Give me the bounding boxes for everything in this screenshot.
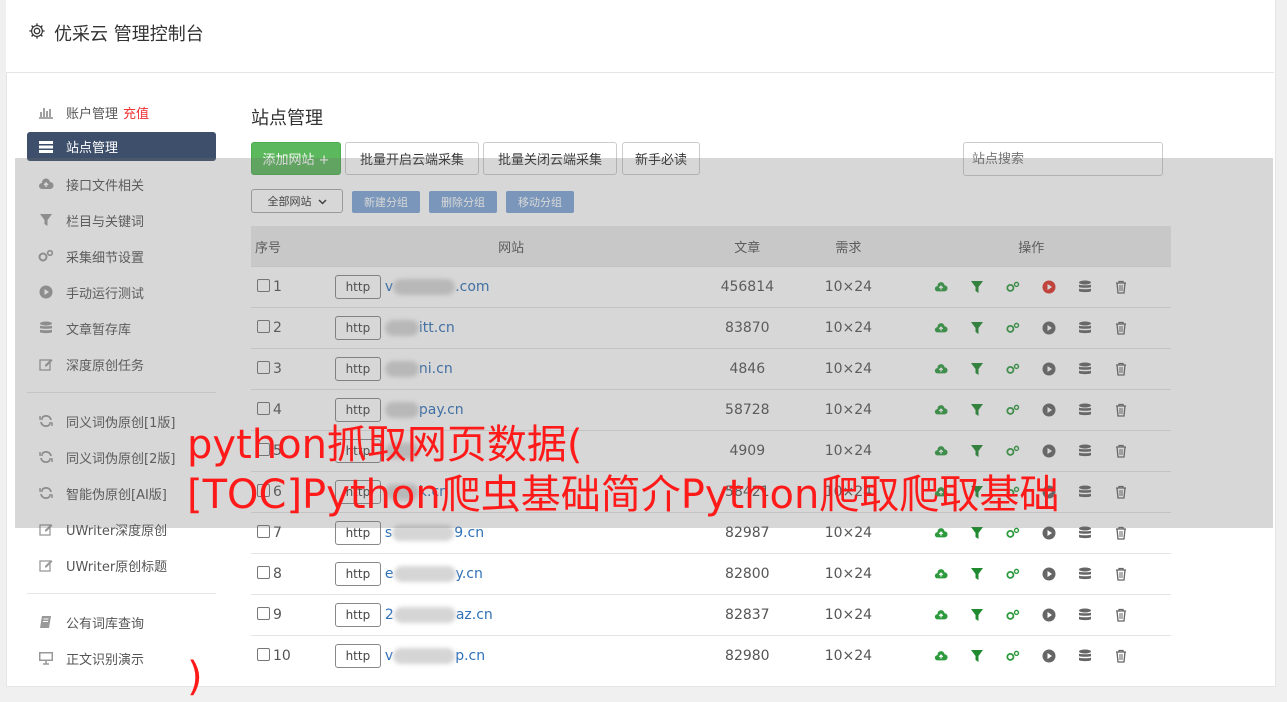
sidebar-item-label: 站点管理: [66, 141, 119, 156]
play-icon[interactable]: [1031, 648, 1067, 664]
book-icon: [37, 613, 55, 631]
cloud-upload-icon[interactable]: [923, 607, 959, 623]
top-bar: 优采云 管理控制台: [6, 0, 1274, 73]
row-checkbox[interactable]: [257, 566, 270, 579]
trash-icon[interactable]: [1103, 607, 1139, 623]
cloud-upload-icon[interactable]: [923, 566, 959, 582]
sidebar-item-label: 正文识别演示: [66, 652, 145, 668]
database-icon[interactable]: [1067, 566, 1103, 582]
caption-tail: ): [187, 654, 203, 700]
table-row: 8 http e y.cn 82800 10×24: [251, 553, 1171, 595]
site-link[interactable]: 2 az.cn: [385, 607, 493, 623]
site-domain: y.cn: [455, 566, 483, 582]
table-row: 9 http 2 az.cn 82837 10×24: [251, 594, 1171, 636]
site-cell: http e y.cn: [332, 553, 690, 595]
cloud-upload-icon[interactable]: [923, 648, 959, 664]
ops-cell: [891, 594, 1171, 636]
site-prefix: 2: [384, 607, 394, 623]
protocol-badge[interactable]: http: [334, 562, 381, 586]
demand-cell[interactable]: 10×24: [805, 635, 892, 676]
site-cell: http 2 az.cn: [332, 594, 690, 636]
redacted-mask: [393, 566, 456, 582]
demand-cell[interactable]: 10×24: [805, 594, 892, 636]
articles-cell[interactable]: 82800: [689, 553, 806, 595]
row-checkbox[interactable]: [257, 648, 270, 661]
sidebar-item-sites[interactable]: 站点管理: [27, 132, 216, 161]
sidebar-item-public-lexicon[interactable]: 公有词库查询: [27, 604, 216, 640]
protocol-badge[interactable]: http: [334, 644, 381, 668]
demand-cell[interactable]: 10×24: [805, 553, 892, 595]
edit-icon: [37, 556, 55, 574]
redacted-mask: [393, 648, 456, 664]
sidebar-divider: [27, 593, 216, 594]
sidebar-item-uwriter-title[interactable]: UWriter原创标题: [27, 547, 216, 583]
server-icon: [37, 138, 55, 156]
page-title: 站点管理: [251, 108, 323, 129]
row-seq: 10: [273, 648, 291, 664]
caption-line-1: python抓取网页数据(: [187, 422, 583, 468]
gears-icon[interactable]: [995, 607, 1031, 623]
monitor-icon: [37, 649, 55, 667]
ops-cell: [891, 635, 1171, 676]
articles-cell[interactable]: 82980: [689, 635, 806, 676]
site-domain: p.cn: [455, 648, 486, 664]
play-icon[interactable]: [1031, 607, 1067, 623]
sidebar-item-account[interactable]: 账户管理 充值: [27, 94, 216, 130]
play-icon[interactable]: [1031, 566, 1067, 582]
site-link[interactable]: v p.cn: [385, 648, 485, 664]
database-icon[interactable]: [1067, 607, 1103, 623]
site-prefix: v: [384, 648, 394, 664]
site-cell: http v p.cn: [332, 635, 690, 676]
sidebar-item-label: 账户管理: [66, 106, 119, 122]
filter-icon[interactable]: [959, 566, 995, 582]
overlay-caption: python抓取网页数据( [TOC]Python爬虫基础简介Python爬取爬…: [187, 420, 1059, 520]
articles-cell[interactable]: 82837: [689, 594, 806, 636]
gear-icon: [28, 22, 46, 45]
filter-icon[interactable]: [959, 607, 995, 623]
app-brand[interactable]: 优采云 管理控制台: [28, 20, 204, 46]
database-icon[interactable]: [1067, 648, 1103, 664]
row-seq: 9: [273, 607, 282, 623]
gears-icon[interactable]: [995, 566, 1031, 582]
app-title: 优采云 管理控制台: [54, 24, 204, 45]
site-link[interactable]: e y.cn: [385, 566, 483, 582]
ops-cell: [891, 553, 1171, 595]
seq-cell: 10: [251, 635, 333, 676]
site-prefix: e: [384, 566, 394, 582]
gears-icon[interactable]: [995, 648, 1031, 664]
row-seq: 8: [273, 566, 282, 582]
redacted-mask: [393, 607, 456, 623]
table-row: 10 http v p.cn 82980 10×24: [251, 635, 1171, 676]
protocol-badge[interactable]: http: [334, 603, 381, 627]
trash-icon[interactable]: [1103, 566, 1139, 582]
seq-cell: 9: [251, 594, 333, 636]
recharge-link[interactable]: 充值: [123, 103, 149, 122]
sidebar-item-label: UWriter原创标题: [66, 559, 168, 575]
trash-icon[interactable]: [1103, 648, 1139, 664]
filter-icon[interactable]: [959, 648, 995, 664]
seq-cell: 8: [251, 553, 333, 595]
row-checkbox[interactable]: [257, 607, 270, 620]
caption-line-2: [TOC]Python爬虫基础简介Python爬取爬取基础: [187, 472, 1060, 518]
sidebar-item-label: 公有词库查询: [66, 616, 145, 632]
site-domain: az.cn: [455, 607, 493, 623]
bar-chart-icon: [37, 103, 55, 121]
